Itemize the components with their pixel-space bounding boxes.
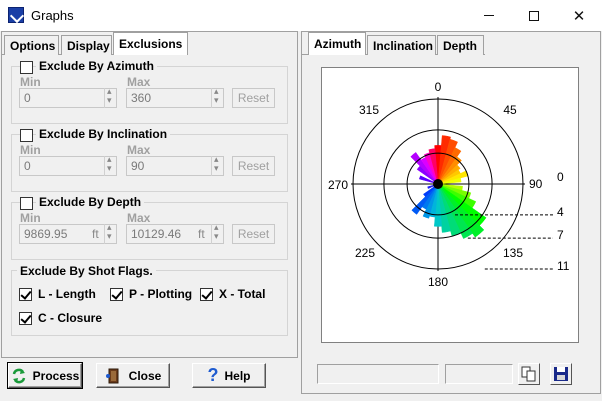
azimuth-rose-chart: 0 45 90 135 180 225 270 315 0 4 7 11 bbox=[328, 80, 570, 289]
shot-flags-group bbox=[11, 270, 288, 336]
exclude-azimuth-checkbox[interactable] bbox=[20, 61, 33, 74]
tab-inclination[interactable]: Inclination bbox=[367, 35, 436, 55]
save-button[interactable] bbox=[550, 363, 572, 385]
flag-plotting-label: P - Plotting bbox=[129, 287, 193, 301]
help-button[interactable]: ? Help bbox=[192, 363, 266, 388]
azimuth-min-spinner[interactable] bbox=[104, 86, 116, 108]
exit-door-icon bbox=[105, 368, 119, 383]
flag-total-label: X - Total bbox=[219, 287, 266, 301]
radial-label-11: 11 bbox=[557, 259, 570, 273]
inclination-min-spinner[interactable] bbox=[104, 154, 116, 176]
status-field-1 bbox=[317, 364, 439, 384]
tab-azimuth[interactable]: Azimuth bbox=[308, 32, 366, 55]
direction-label-180: 180 bbox=[428, 275, 448, 289]
direction-label-45: 45 bbox=[503, 103, 517, 117]
azimuth-min-label: Min bbox=[20, 75, 41, 89]
flag-length-checkbox[interactable] bbox=[19, 288, 32, 301]
maximize-button[interactable] bbox=[511, 0, 557, 31]
process-label: Process bbox=[32, 368, 80, 383]
inclination-min-input[interactable]: 0 bbox=[19, 156, 117, 176]
azimuth-reset-button[interactable]: Reset bbox=[232, 88, 275, 108]
inclination-reset-button[interactable]: Reset bbox=[232, 156, 275, 176]
minimize-icon bbox=[484, 15, 494, 16]
depth-min-label: Min bbox=[20, 211, 41, 225]
refresh-icon bbox=[12, 368, 25, 383]
close-button[interactable]: Close bbox=[96, 363, 170, 388]
exclude-depth-label: Exclude By Depth bbox=[36, 195, 145, 209]
depth-max-input[interactable]: 10129.46 bbox=[126, 224, 224, 244]
depth-max-unit: ft bbox=[198, 227, 205, 241]
close-icon: ✕ bbox=[572, 7, 586, 25]
center-dot bbox=[433, 179, 443, 189]
depth-min-spinner[interactable] bbox=[104, 222, 116, 244]
inclination-max-spinner[interactable] bbox=[211, 154, 223, 176]
depth-min-input[interactable]: 9869.95 bbox=[19, 224, 117, 244]
help-icon: ? bbox=[207, 365, 219, 385]
depth-min-unit: ft bbox=[92, 227, 99, 241]
inclination-max-label: Max bbox=[127, 143, 151, 157]
exclude-azimuth-label: Exclude By Azimuth bbox=[36, 59, 157, 73]
direction-label-225: 225 bbox=[355, 246, 375, 260]
close-window-button[interactable]: ✕ bbox=[556, 0, 602, 31]
copy-icon bbox=[521, 366, 536, 382]
maximize-icon bbox=[529, 10, 539, 21]
flag-total-checkbox[interactable] bbox=[200, 288, 213, 301]
depth-max-spinner[interactable] bbox=[211, 222, 223, 244]
direction-label-0: 0 bbox=[435, 80, 442, 94]
copy-button[interactable] bbox=[518, 363, 540, 385]
tab-depth[interactable]: Depth bbox=[437, 35, 484, 55]
exclude-depth-checkbox[interactable] bbox=[20, 197, 33, 210]
shot-flags-label: Exclude By Shot Flags. bbox=[17, 264, 156, 278]
radial-label-7: 7 bbox=[557, 228, 564, 242]
direction-label-90: 90 bbox=[529, 177, 543, 191]
direction-label-135: 135 bbox=[503, 246, 523, 260]
close-label: Close bbox=[128, 368, 162, 383]
flag-closure-label: C - Closure bbox=[38, 311, 103, 325]
radial-label-0: 0 bbox=[557, 170, 564, 184]
depth-reset-button[interactable]: Reset bbox=[232, 224, 275, 244]
flag-plotting-checkbox[interactable] bbox=[110, 288, 123, 301]
azimuth-max-spinner[interactable] bbox=[211, 86, 223, 108]
azimuth-min-input[interactable]: 0 bbox=[19, 88, 117, 108]
tab-exclusions[interactable]: Exclusions bbox=[113, 32, 188, 55]
tab-display[interactable]: Display bbox=[61, 35, 112, 55]
tab-options[interactable]: Options bbox=[4, 35, 59, 55]
radial-label-4: 4 bbox=[557, 205, 564, 219]
window-title: Graphs bbox=[31, 8, 74, 23]
direction-label-270: 270 bbox=[328, 178, 348, 192]
flag-closure-checkbox[interactable] bbox=[19, 312, 32, 325]
flag-length-label: L - Length bbox=[38, 287, 96, 301]
process-button[interactable]: Process bbox=[7, 362, 83, 389]
minimize-button[interactable] bbox=[466, 0, 512, 31]
azimuth-max-input[interactable]: 360 bbox=[126, 88, 224, 108]
save-icon bbox=[554, 367, 568, 381]
inclination-min-label: Min bbox=[20, 143, 41, 157]
exclude-inclination-label: Exclude By Inclination bbox=[36, 127, 171, 141]
inclination-max-input[interactable]: 90 bbox=[126, 156, 224, 176]
help-label: Help bbox=[224, 368, 251, 383]
app-icon bbox=[8, 7, 24, 23]
depth-max-label: Max bbox=[127, 211, 151, 225]
exclude-inclination-checkbox[interactable] bbox=[20, 129, 33, 142]
status-field-2 bbox=[445, 364, 513, 384]
direction-label-315: 315 bbox=[359, 103, 379, 117]
azimuth-max-label: Max bbox=[127, 75, 151, 89]
